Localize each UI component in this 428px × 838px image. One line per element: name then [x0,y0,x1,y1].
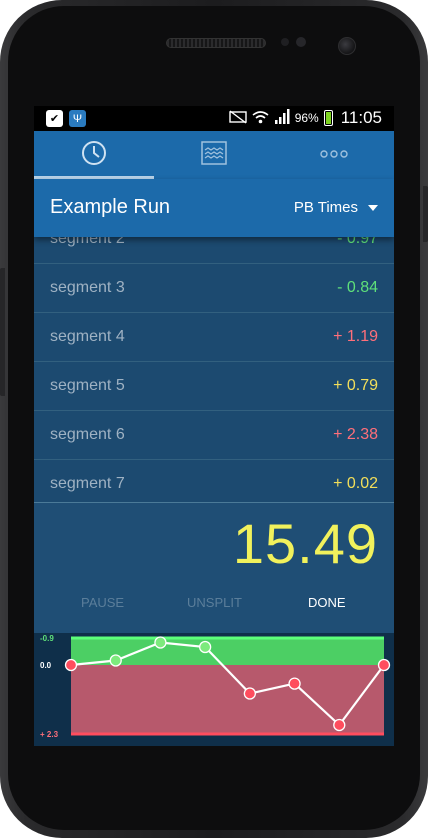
y-tick-label: -0.9 [40,634,54,643]
battery-percent: 96% [294,111,319,125]
done-button[interactable]: DONE [308,595,346,610]
segment-delta: + 0.02 [333,475,378,492]
battery-icon [323,110,333,126]
phone-frame: ✔ Ψ 96% 11:05 Example Run PB Times segme… [0,0,428,838]
light-sensor [296,37,306,47]
usb-icon: Ψ [69,110,86,127]
split-point [64,658,78,672]
segment-delta: + 2.38 [333,426,378,443]
y-tick-label: 0.0 [40,661,52,670]
graph-icon [201,140,227,170]
tab-bar [34,131,394,179]
segment-row: segment 3 - 0.84 [34,264,394,313]
dropdown-arrow-icon [368,204,378,211]
segment-delta: - 0.84 [337,279,378,296]
segment-row: segment 6 + 2.38 [34,411,394,460]
power-button [423,186,428,242]
segment-name: segment 4 [50,328,125,345]
tab-graph[interactable] [154,131,274,179]
check-notification-icon: ✔ [46,110,63,127]
clock-icon [81,140,107,171]
y-tick-label: + 2.3 [40,730,59,739]
segment-row: segment 2 - 0.97 [34,237,394,264]
proximity-sensor [281,38,289,46]
unsplit-button[interactable]: UNSPLIT [187,595,242,610]
earpiece-speaker [166,38,266,48]
signal-icon [274,109,290,127]
segment-row: segment 5 + 0.79 [34,362,394,411]
status-bar: ✔ Ψ 96% 11:05 [34,106,394,131]
screen: ✔ Ψ 96% 11:05 Example Run PB Times segme… [34,106,394,746]
segment-row: segment 4 + 1.19 [34,313,394,362]
segment-delta: - 0.97 [337,237,378,247]
action-bar: Example Run PB Times [34,179,394,237]
segment-name: segment 2 [50,237,125,247]
mute-icon [228,109,247,127]
main-timer: 15.49 [232,512,378,575]
split-point [198,640,212,654]
segment-row: segment 7 + 0.02 [34,460,394,503]
volume-button [0,268,5,396]
comparison-spinner[interactable]: PB Times [294,199,378,216]
status-time: 11:05 [340,108,382,127]
front-camera [338,37,356,55]
wifi-icon [252,110,269,127]
segment-name: segment 6 [50,426,125,443]
graph-svg: -0.9 0.0 + 2.3 [40,634,391,739]
split-point [333,718,346,732]
split-graph: -0.9 0.0 + 2.3 [34,633,394,746]
segment-name: segment 5 [50,377,125,394]
run-title: Example Run [50,196,171,218]
tab-timer[interactable] [34,131,154,179]
segment-name: segment 3 [50,279,125,296]
split-point [154,636,167,649]
segment-delta: + 1.19 [333,328,378,345]
segment-delta: + 0.79 [333,377,378,394]
pause-button[interactable]: PAUSE [81,595,124,610]
split-point [377,658,391,672]
split-point [109,654,122,667]
segment-name: segment 7 [50,475,125,492]
timer-panel: 15.49 PAUSE UNSPLIT DONE [34,503,394,633]
split-point [288,677,301,690]
split-point [243,687,257,700]
comparison-label: PB Times [293,199,358,216]
segment-list[interactable]: segment 2 - 0.97 segment 3 - 0.84 segmen… [34,237,394,503]
tab-more[interactable] [274,131,394,179]
more-icon [320,146,348,164]
